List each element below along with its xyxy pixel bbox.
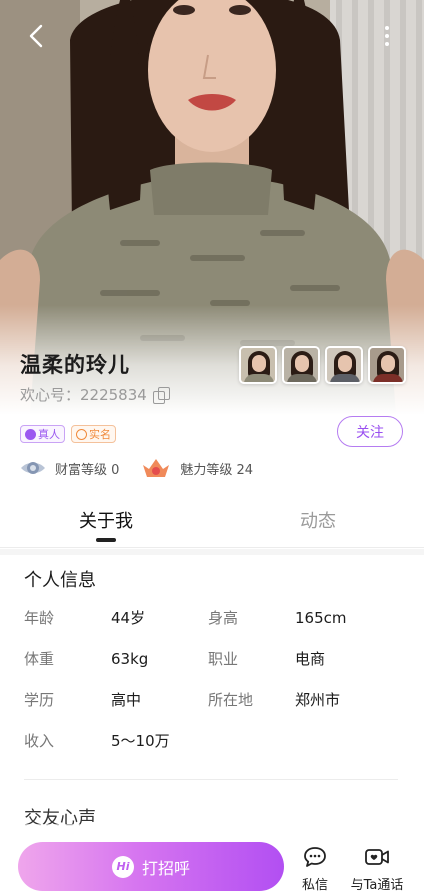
- photo-thumbnail[interactable]: [368, 346, 406, 384]
- follow-button[interactable]: 关注: [337, 416, 403, 447]
- verification-badges: 真人 实名: [20, 425, 116, 443]
- user-id-row: 欢心号：2225834: [20, 384, 170, 405]
- photo-thumbnail[interactable]: [239, 346, 277, 384]
- user-id-text: 欢心号：2225834: [20, 386, 147, 404]
- info-value: 高中: [111, 691, 142, 709]
- info-key: 年龄: [24, 609, 55, 627]
- info-key: 学历: [24, 691, 55, 709]
- info-key: 体重: [24, 650, 55, 668]
- info-key: 职业: [208, 650, 239, 668]
- info-value: 电商: [295, 650, 326, 668]
- personal-info-grid: 年龄 44岁 身高 165cm 体重 63kg 职业 电商 学历 高中 所在地 …: [24, 607, 404, 771]
- photo-thumbnail[interactable]: [325, 346, 363, 384]
- chat-bubble-icon: [304, 847, 326, 867]
- info-value: 63kg: [111, 650, 149, 668]
- hi-icon: Hi: [111, 855, 134, 878]
- section-separator: [0, 549, 424, 555]
- video-call-button[interactable]: 与Ta通话: [347, 846, 407, 893]
- photo-thumbnails: [239, 346, 406, 384]
- active-tab-indicator: [96, 538, 116, 542]
- info-key: 所在地: [208, 691, 254, 709]
- info-key: 收入: [24, 732, 55, 750]
- info-value: 郑州市: [295, 691, 341, 709]
- info-key: 身高: [208, 609, 239, 627]
- charm-level-icon: [143, 459, 170, 477]
- copy-icon[interactable]: [152, 386, 170, 404]
- info-row: 体重 63kg 职业 电商: [24, 648, 404, 689]
- greet-button[interactable]: Hi 打招呼: [18, 842, 284, 891]
- real-person-badge: 真人: [20, 425, 65, 443]
- wealth-level-icon: [21, 462, 45, 474]
- back-button[interactable]: [20, 20, 52, 52]
- chevron-left-icon: [29, 24, 43, 48]
- more-vertical-icon: [385, 26, 389, 30]
- level-row: 财富等级 0 魅力等级 24: [20, 457, 253, 479]
- private-message-button[interactable]: 私信: [300, 846, 330, 893]
- photo-thumbnail[interactable]: [282, 346, 320, 384]
- video-call-icon: [365, 849, 389, 865]
- wealth-level: 财富等级 0: [20, 457, 119, 479]
- info-value: 165cm: [295, 609, 347, 627]
- divider: [24, 779, 398, 780]
- charm-level: 魅力等级 24: [141, 457, 253, 479]
- verified-icon: [25, 428, 36, 440]
- info-value: 44岁: [111, 609, 146, 627]
- id-card-icon: [76, 428, 87, 440]
- info-value: 5～10万: [111, 732, 170, 750]
- greet-label: 打招呼: [141, 858, 190, 878]
- more-options-button[interactable]: [380, 22, 394, 50]
- info-row: 学历 高中 所在地 郑州市: [24, 689, 404, 730]
- profile-name: 温柔的玲儿: [20, 353, 130, 377]
- tab-moments[interactable]: 动态: [212, 500, 424, 547]
- info-row: 年龄 44岁 身高 165cm: [24, 607, 404, 648]
- profile-tabs: 关于我 动态: [0, 500, 424, 548]
- realname-badge: 实名: [71, 425, 116, 443]
- info-row: 收入 5～10万: [24, 730, 404, 771]
- personal-info-title: 个人信息: [24, 570, 96, 591]
- tab-about-me[interactable]: 关于我: [0, 500, 212, 547]
